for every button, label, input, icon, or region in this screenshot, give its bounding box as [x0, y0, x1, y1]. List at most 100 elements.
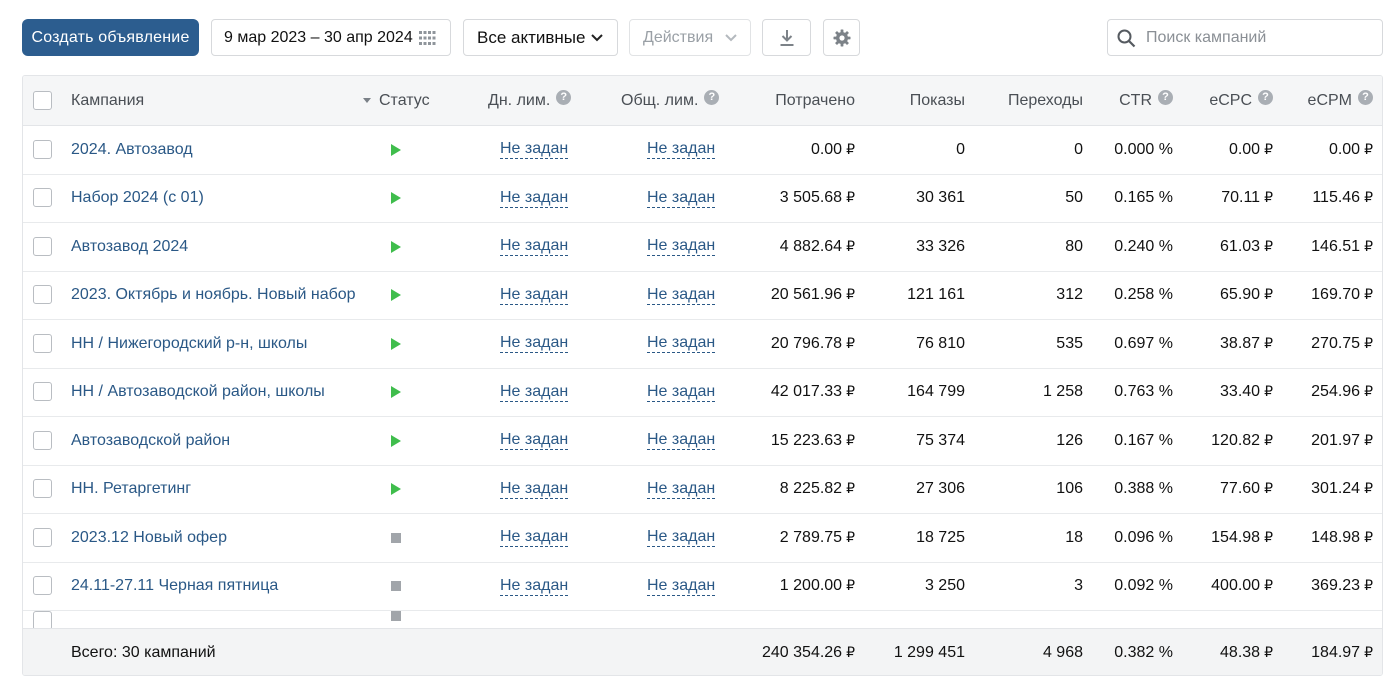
help-icon[interactable]: ? [704, 90, 720, 105]
search-input[interactable] [1146, 26, 1376, 50]
row-checkbox[interactable] [33, 382, 52, 402]
day-limit-link[interactable]: Не задан [500, 577, 569, 596]
ruble-sign: ₽ [1364, 141, 1373, 158]
day-limit-link[interactable]: Не задан [500, 286, 569, 305]
status-active-icon[interactable] [391, 175, 401, 223]
header-ecpm[interactable]: eCPM? [1273, 76, 1373, 125]
row-checkbox[interactable] [33, 188, 52, 208]
total-spent-value: 240 354.26 [762, 644, 843, 661]
spent-value: 20 561.96 [770, 286, 843, 304]
ecpm-value: 148.98 [1311, 528, 1361, 546]
total-ecpc: 48.38 ₽ [1173, 629, 1273, 675]
total-limit-link[interactable]: Не задан [647, 237, 716, 257]
day-limit-link[interactable]: Не задан [500, 140, 569, 160]
day-limit-link[interactable]: Не задан [500, 528, 569, 548]
day-limit-link[interactable]: Не задан [500, 334, 569, 354]
campaign-name-link[interactable]: Набор 2024 (с 01) [71, 175, 204, 223]
ruble-sign: ₽ [1264, 238, 1273, 255]
campaign-name-link[interactable]: НН / Нижегородский р-н, школы [71, 320, 307, 368]
impressions-cell: 164 799 [907, 383, 965, 401]
row-checkbox[interactable] [33, 576, 52, 596]
total-limit-link[interactable]: Не задан [647, 480, 716, 499]
select-all-checkbox[interactable] [33, 90, 52, 110]
row-checkbox[interactable] [33, 139, 52, 159]
campaign-name-link[interactable]: 2023. Октябрь и ноябрь. Новый набор [71, 272, 356, 320]
campaign-name-link[interactable]: Автозаводской район [71, 417, 230, 465]
ecpm-cell: 148.98 ₽ [1273, 514, 1373, 562]
status-active-icon[interactable] [391, 126, 401, 174]
spent-value: 15 223.63 [770, 431, 843, 449]
date-range-picker[interactable]: 9 мар 2023 – 30 апр 2024 [211, 19, 451, 56]
header-status[interactable]: Статус [363, 76, 430, 125]
total-limit-link[interactable]: Не задан [647, 431, 716, 451]
header-clicks[interactable]: Переходы [973, 76, 1083, 125]
impressions-cell: 18 725 [916, 528, 965, 546]
status-active-icon[interactable] [391, 417, 401, 465]
status-stopped-icon[interactable] [391, 514, 401, 562]
total-ecpc-value: 48.38 [1220, 644, 1261, 661]
toolbar: Создать объявление 9 мар 2023 – 30 апр 2… [0, 0, 1400, 76]
status-active-icon[interactable] [391, 369, 401, 417]
header-impressions[interactable]: Показы [863, 76, 965, 125]
header-spent[interactable]: Потрачено [723, 76, 855, 125]
campaign-name-link[interactable]: НН / Автозаводской район, школы [71, 369, 325, 417]
total-limit-link[interactable]: Не задан [647, 189, 716, 208]
ruble-sign: ₽ [846, 578, 855, 595]
help-icon[interactable]: ? [556, 90, 572, 105]
total-limit-link[interactable]: Не задан [647, 286, 716, 305]
campaign-name-link[interactable]: 2023.12 Новый офер [71, 514, 227, 562]
day-limit-link[interactable]: Не задан [500, 431, 569, 451]
row-checkbox[interactable] [33, 479, 52, 499]
total-limit-link[interactable]: Не задан [647, 528, 716, 548]
row-checkbox[interactable] [33, 333, 52, 353]
status-active-icon[interactable] [391, 466, 401, 514]
header-campaign[interactable]: Кампания [71, 76, 144, 125]
row-checkbox[interactable] [33, 527, 52, 547]
settings-button[interactable] [823, 19, 860, 56]
header-ctr-label: CTR [1119, 91, 1152, 109]
create-ad-button[interactable]: Создать объявление [22, 19, 199, 56]
row-checkbox[interactable] [33, 430, 52, 450]
ctr-cell: 0.165 % [1114, 189, 1173, 207]
status-active-icon[interactable] [391, 320, 401, 368]
header-ecpc[interactable]: eCPC? [1173, 76, 1273, 125]
total-limit-link[interactable]: Не задан [647, 140, 716, 160]
help-icon[interactable]: ? [1258, 90, 1273, 105]
actions-dropdown[interactable]: Действия [629, 19, 751, 56]
clicks-cell: 106 [1056, 480, 1083, 498]
total-limit-link[interactable]: Не задан [647, 383, 716, 402]
ecpc-cell: 154.98 ₽ [1173, 514, 1273, 562]
status-stopped-icon[interactable] [391, 563, 401, 611]
ruble-sign: ₽ [1264, 481, 1273, 498]
header-clicks-label: Переходы [1007, 91, 1083, 109]
day-limit-link[interactable]: Не задан [500, 237, 569, 257]
ecpc-value: 0.00 [1228, 140, 1261, 158]
campaign-name-link[interactable]: Автозавод 2024 [71, 223, 188, 271]
help-icon[interactable]: ? [1158, 90, 1173, 105]
total-limit-link[interactable]: Не задан [647, 577, 716, 596]
ruble-sign: ₽ [1364, 190, 1373, 207]
header-day-limit[interactable]: Дн. лим.? [488, 76, 572, 125]
header-spent-label: Потрачено [775, 91, 855, 109]
campaign-name-link[interactable]: НН. Ретаргетинг [71, 466, 191, 514]
campaign-name-link[interactable]: 24.11-27.11 Черная пятница [71, 563, 278, 611]
row-checkbox[interactable] [33, 611, 52, 628]
day-limit-link[interactable]: Не задан [500, 480, 569, 499]
row-checkbox[interactable] [33, 285, 52, 305]
status-active-icon[interactable] [391, 223, 401, 271]
day-limit-link[interactable]: Не задан [500, 189, 569, 208]
download-button[interactable] [762, 19, 811, 56]
header-ctr[interactable]: CTR? [1083, 76, 1173, 125]
header-total-limit[interactable]: Общ. лим.? [621, 76, 720, 125]
day-limit-link[interactable]: Не задан [500, 383, 569, 402]
total-limit-link[interactable]: Не задан [647, 334, 716, 354]
campaign-name-link[interactable]: 2024. Автозавод [71, 126, 193, 174]
help-icon[interactable]: ? [1358, 90, 1373, 105]
impressions-cell: 3 250 [924, 577, 965, 595]
total-limit-cell: Не задан [647, 466, 716, 514]
status-filter-select[interactable]: Все активные [463, 19, 618, 56]
day-limit-cell: Не задан [500, 417, 569, 465]
row-checkbox[interactable] [33, 236, 52, 256]
day-limit-cell: Не задан [500, 126, 569, 174]
status-active-icon[interactable] [391, 272, 401, 320]
